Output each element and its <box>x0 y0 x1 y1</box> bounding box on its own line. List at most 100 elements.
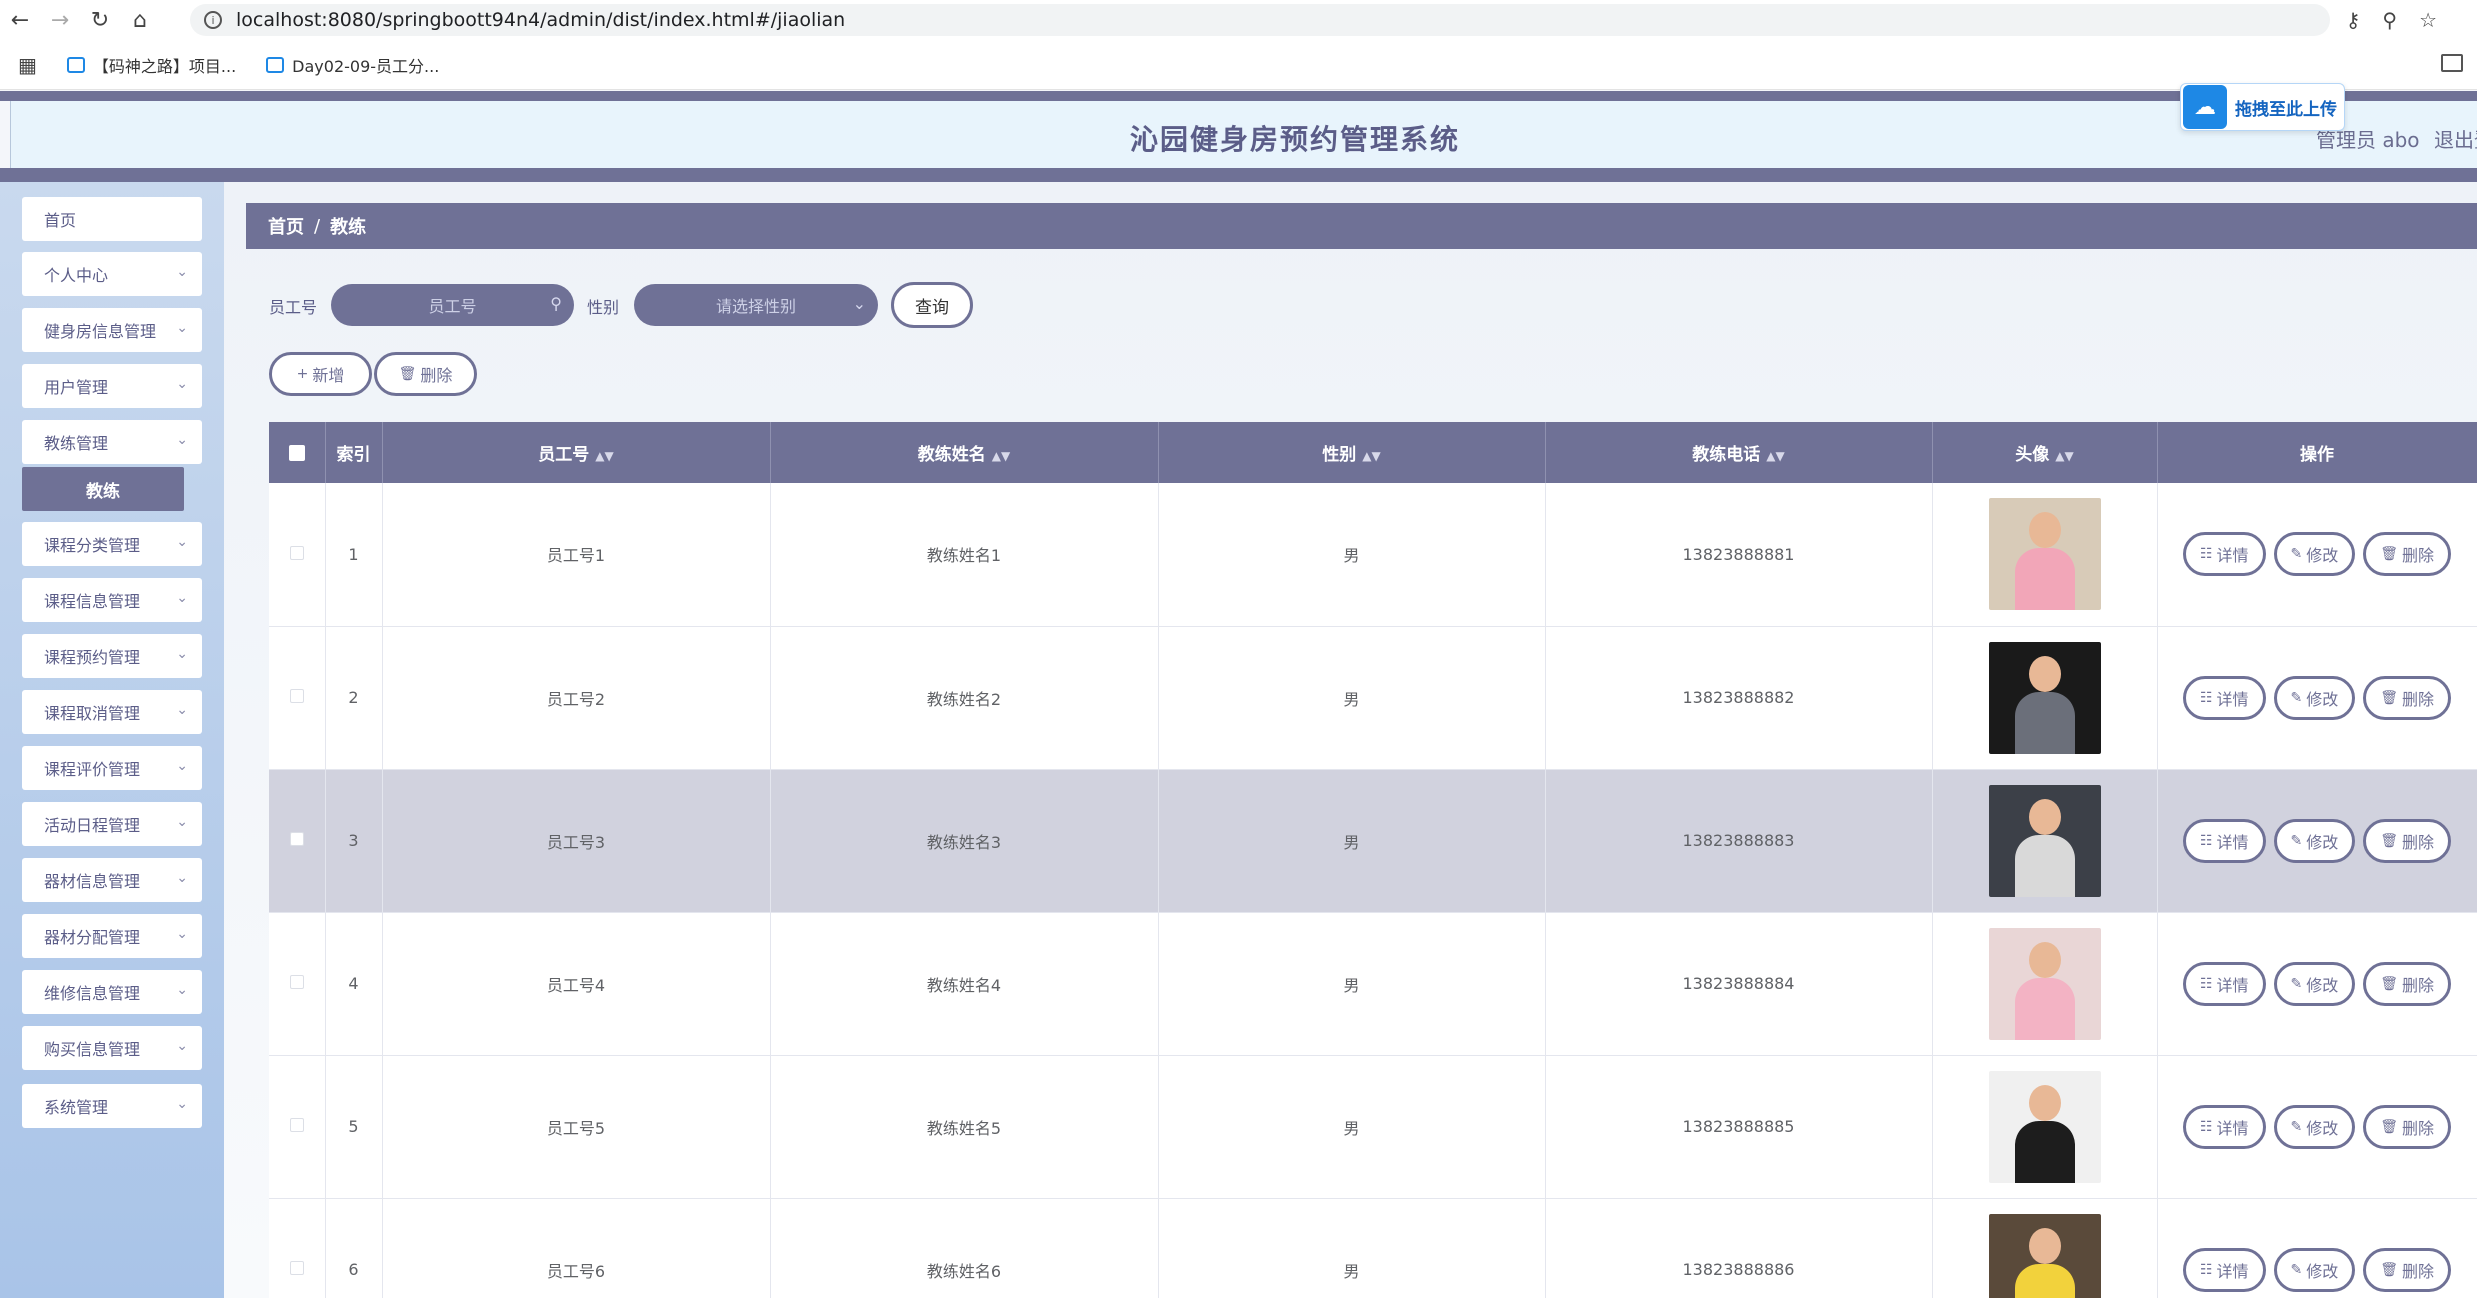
detail-button[interactable]: ☷ 详情 <box>2182 818 2266 863</box>
bookmark-label: Day02-09-员工分... <box>292 56 440 76</box>
select-all-checkbox[interactable] <box>269 422 326 483</box>
bookmark-item[interactable]: Day02-09-员工分... <box>266 53 439 77</box>
sidebar-item[interactable]: 器材分配管理 ⌄ <box>22 914 202 958</box>
row-checkbox[interactable] <box>269 483 326 627</box>
detail-button[interactable]: ☷ 详情 <box>2182 675 2266 720</box>
col-header-gender[interactable]: 性别 ▲▼ <box>1158 422 1546 483</box>
sidebar-item[interactable]: 用户管理 ⌄ <box>22 364 202 408</box>
url-text[interactable]: localhost:8080/springboott94n4/admin/dis… <box>236 9 845 31</box>
query-button[interactable]: 查询 <box>891 282 973 328</box>
sidebar-item[interactable]: 购买信息管理 ⌄ <box>22 1026 202 1070</box>
home-icon[interactable]: ⌂ <box>120 0 160 40</box>
forward-icon[interactable]: → <box>40 0 80 40</box>
edit-icon: ✎ <box>2290 975 2303 992</box>
sidebar-item[interactable]: 课程信息管理 ⌄ <box>22 578 202 622</box>
sidebar-item[interactable]: 教练管理 ⌄ <box>22 420 202 464</box>
table-row[interactable]: 6 员工号6 教练姓名6 男 13823888886 ☷ 详情 ✎ 修改 🗑 删除 <box>269 1198 2477 1298</box>
delete-button[interactable]: 🗑 删除 <box>2363 818 2452 863</box>
col-header-avatar[interactable]: 头像 ▲▼ <box>1932 422 2158 483</box>
sidebar-item[interactable]: 课程评价管理 ⌄ <box>22 746 202 790</box>
star-icon[interactable]: ☆ <box>2419 8 2437 32</box>
add-button[interactable]: + 新增 <box>269 352 372 396</box>
folder-icon[interactable] <box>2441 54 2463 72</box>
sidebar-item[interactable]: 器材信息管理 ⌄ <box>22 858 202 902</box>
row-checkbox[interactable] <box>269 626 326 770</box>
edit-icon: ✎ <box>2290 1118 2303 1135</box>
bookmark-item[interactable]: 【码神之路】项目... <box>66 53 236 77</box>
sidebar-item[interactable]: 活动日程管理 ⌄ <box>22 802 202 846</box>
delete-button[interactable]: 🗑 删除 <box>2363 961 2452 1006</box>
row-checkbox[interactable] <box>269 1055 326 1199</box>
info-icon[interactable]: i <box>204 11 222 29</box>
sidebar-item[interactable]: 课程分类管理 ⌄ <box>22 522 202 566</box>
row-checkbox[interactable] <box>269 769 326 913</box>
sidebar-item[interactable]: 个人中心 ⌄ <box>22 252 202 296</box>
sidebar-item[interactable]: 健身房信息管理 ⌄ <box>22 308 202 352</box>
breadcrumb-home[interactable]: 首页 <box>268 213 304 239</box>
delete-button[interactable]: 🗑 删除 <box>2363 1247 2452 1292</box>
address-bar[interactable]: i localhost:8080/springboott94n4/admin/d… <box>190 4 2330 36</box>
table-row[interactable]: 1 员工号1 教练姓名1 男 13823888881 ☷ 详情 ✎ 修改 🗑 删除 <box>269 483 2477 627</box>
batch-delete-button[interactable]: 🗑 删除 <box>374 352 477 396</box>
detail-button-label: 详情 <box>2216 1261 2249 1281</box>
header-top-strip <box>0 91 2477 101</box>
sidebar-item-label: 教练管理 <box>44 434 109 453</box>
sort-icon[interactable]: ▲▼ <box>992 449 1010 463</box>
logout-link[interactable]: 退出登录 <box>2434 124 2477 153</box>
edit-button[interactable]: ✎ 修改 <box>2273 961 2356 1006</box>
sidebar-item[interactable]: 维修信息管理 ⌄ <box>22 970 202 1014</box>
sidebar-item[interactable]: 系统管理 ⌄ <box>22 1084 202 1128</box>
edit-button[interactable]: ✎ 修改 <box>2273 1247 2356 1292</box>
delete-button[interactable]: 🗑 删除 <box>2363 1104 2452 1149</box>
avatar <box>1988 1070 2101 1183</box>
edit-button[interactable]: ✎ 修改 <box>2273 532 2356 577</box>
edit-button[interactable]: ✎ 修改 <box>2273 1104 2356 1149</box>
sort-icon[interactable]: ▲▼ <box>1766 449 1784 463</box>
col-header-label: 员工号 <box>538 445 590 465</box>
upload-badge[interactable]: ☁ 拖拽至此上传 <box>2180 83 2345 131</box>
bilibili-icon <box>266 56 285 73</box>
col-header-emp-no[interactable]: 员工号 ▲▼ <box>382 422 771 483</box>
table-row[interactable]: 2 员工号2 教练姓名2 男 13823888882 ☷ 详情 ✎ 修改 🗑 删除 <box>269 626 2477 770</box>
table-row[interactable]: 3 员工号3 教练姓名3 男 13823888883 ☷ 详情 ✎ 修改 🗑 删除 <box>269 769 2477 913</box>
delete-button[interactable]: 🗑 删除 <box>2363 532 2452 577</box>
back-icon[interactable]: ← <box>0 0 40 40</box>
sort-icon[interactable]: ▲▼ <box>1362 449 1380 463</box>
breadcrumb-current: 教练 <box>330 217 367 238</box>
trash-icon: 🗑 <box>2380 546 2399 563</box>
edit-button[interactable]: ✎ 修改 <box>2273 818 2356 863</box>
sort-icon[interactable]: ▲▼ <box>595 449 613 463</box>
edit-icon: ✎ <box>2290 1261 2303 1278</box>
delete-button[interactable]: 🗑 删除 <box>2363 675 2452 720</box>
trash-icon: 🗑 <box>2380 832 2399 849</box>
sidebar-item[interactable]: 首页 <box>22 197 202 241</box>
zoom-icon[interactable]: ⚲ <box>2382 8 2397 32</box>
table-row[interactable]: 4 员工号4 教练姓名4 男 13823888884 ☷ 详情 ✎ 修改 🗑 删除 <box>269 912 2477 1056</box>
cell-phone: 13823888881 <box>1545 483 1933 627</box>
row-checkbox[interactable] <box>269 912 326 1056</box>
sidebar-subitem-coach[interactable]: 教练 <box>22 467 184 511</box>
sidebar-item[interactable]: 课程预约管理 ⌄ <box>22 634 202 678</box>
gender-select[interactable]: 请选择性别 ⌄ <box>634 284 878 326</box>
chevron-down-icon: ⌄ <box>176 926 188 942</box>
detail-button[interactable]: ☷ 详情 <box>2182 532 2266 577</box>
edit-button-label: 修改 <box>2306 1261 2339 1281</box>
chevron-down-icon: ⌄ <box>176 870 188 886</box>
detail-button[interactable]: ☷ 详情 <box>2182 1247 2266 1292</box>
col-header-phone[interactable]: 教练电话 ▲▼ <box>1545 422 1933 483</box>
apps-grid-icon[interactable]: ▦ <box>18 53 37 77</box>
edit-button[interactable]: ✎ 修改 <box>2273 675 2356 720</box>
detail-button[interactable]: ☷ 详情 <box>2182 1104 2266 1149</box>
col-header-label: 性别 <box>1322 445 1357 465</box>
key-icon[interactable]: ⚷ <box>2346 8 2361 32</box>
reload-icon[interactable]: ↻ <box>80 0 120 40</box>
row-checkbox[interactable] <box>269 1198 326 1298</box>
employee-search-input[interactable]: 员工号 ⚲ <box>331 284 574 326</box>
col-header-name[interactable]: 教练姓名 ▲▼ <box>770 422 1159 483</box>
sidebar-item[interactable]: 课程取消管理 ⌄ <box>22 690 202 734</box>
sort-icon[interactable]: ▲▼ <box>2055 449 2073 463</box>
table-row[interactable]: 5 员工号5 教练姓名5 男 13823888885 ☷ 详情 ✎ 修改 🗑 删除 <box>269 1055 2477 1199</box>
detail-button[interactable]: ☷ 详情 <box>2182 961 2266 1006</box>
document-icon: ☷ <box>2199 1261 2213 1278</box>
col-header-index: 索引 <box>325 422 383 483</box>
